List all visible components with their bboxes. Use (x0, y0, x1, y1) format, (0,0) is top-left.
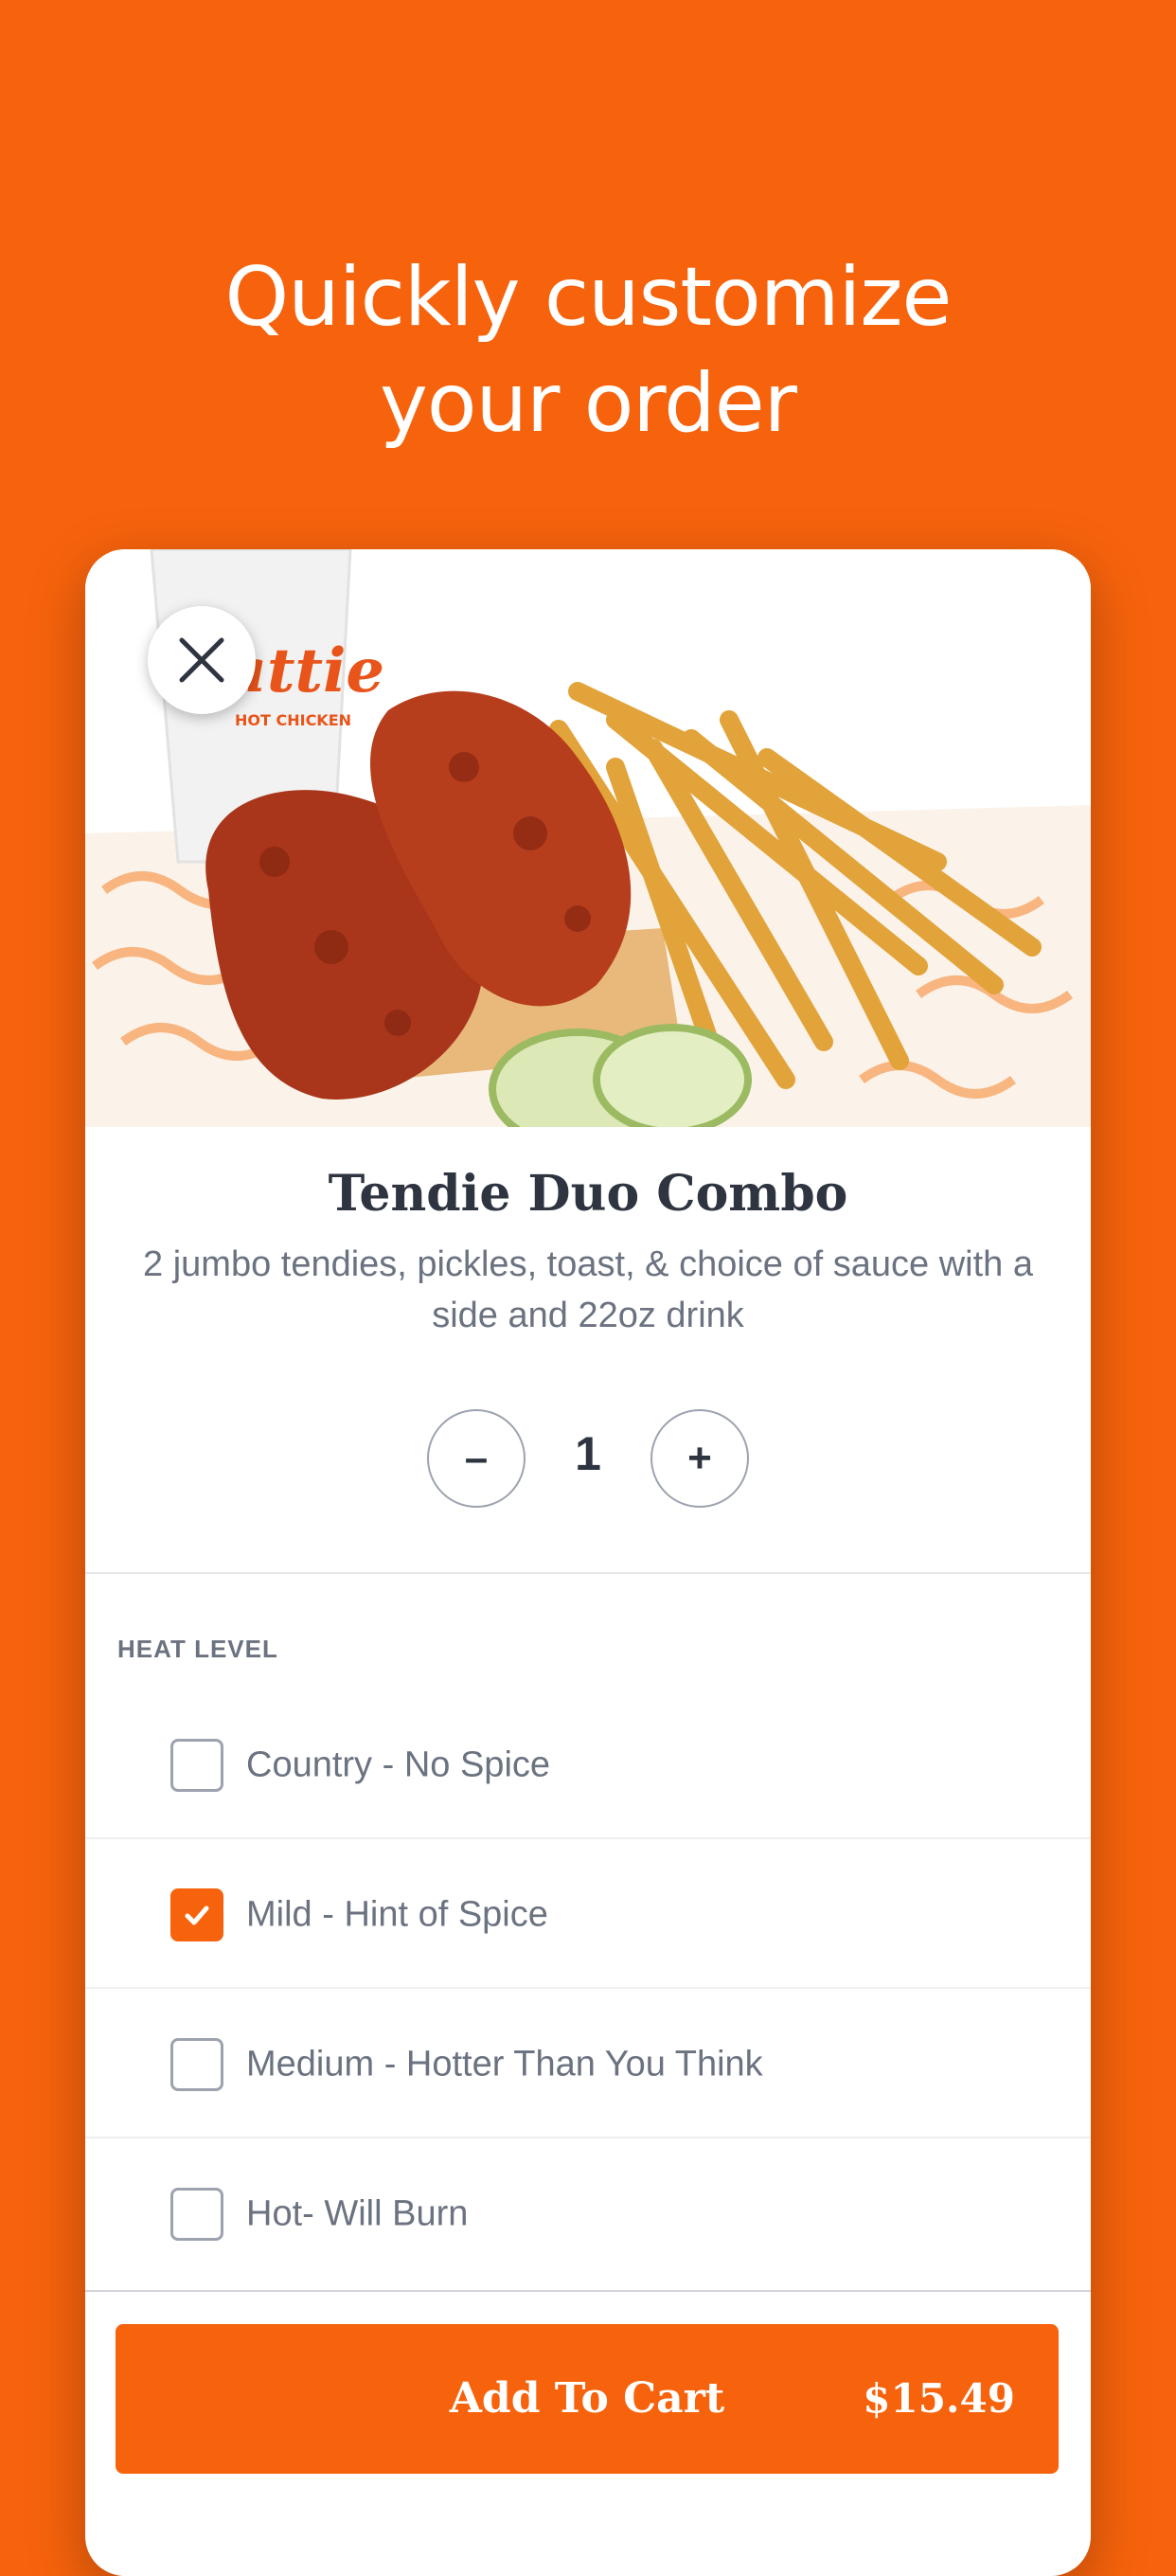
checkmark-icon (185, 1905, 209, 1925)
heat-option-medium[interactable]: Medium - Hotter Than You Think (85, 1991, 1091, 2138)
heat-option-label: Country - No Spice (246, 1744, 551, 1785)
close-button[interactable] (148, 606, 256, 714)
product-customize-card: Hattie HOT CHICKEN Tendie Duo Combo 2 ju… (85, 549, 1091, 2576)
add-to-cart-button[interactable]: Add To Cart $15.49 (116, 2324, 1059, 2474)
checkbox-checked[interactable] (170, 1888, 223, 1941)
cup-brand-subtext: HOT CHICKEN (235, 711, 351, 729)
quantity-stepper: – 1 + (85, 1407, 1091, 1510)
headline-line-2: your order (379, 356, 797, 451)
product-image: Hattie HOT CHICKEN (85, 549, 1091, 1127)
heat-level-heading: HEAT LEVEL (117, 1635, 278, 1663)
heat-option-country[interactable]: Country - No Spice (85, 1691, 1091, 1839)
heat-option-mild[interactable]: Mild - Hint of Spice (85, 1841, 1091, 1989)
checkbox-unchecked[interactable] (170, 2188, 223, 2241)
option-separator (85, 1987, 1091, 1989)
heat-option-label: Mild - Hint of Spice (246, 1894, 548, 1935)
product-description: 2 jumbo tendies, pickles, toast, & choic… (143, 1244, 1033, 1335)
heat-option-label: Hot- Will Burn (246, 2193, 469, 2234)
divider (85, 2290, 1091, 2292)
marketing-headline: Quickly customize your order (0, 244, 1176, 456)
heat-option-hot[interactable]: Hot- Will Burn (85, 2140, 1091, 2288)
headline-line-1: Quickly customize (224, 250, 953, 345)
checkbox-unchecked[interactable] (170, 1739, 223, 1792)
increase-quantity-button[interactable]: + (650, 1409, 749, 1508)
cart-price: $15.49 (863, 2375, 1015, 2422)
quantity-value: 1 (575, 1427, 601, 1480)
checkbox-unchecked[interactable] (170, 2038, 223, 2091)
option-separator (85, 1837, 1091, 1839)
heat-option-label: Medium - Hotter Than You Think (246, 2044, 763, 2084)
option-separator (85, 2137, 1091, 2138)
close-icon (179, 637, 224, 683)
divider (85, 1572, 1091, 1574)
product-title: Tendie Duo Combo (328, 1165, 848, 1223)
decrease-quantity-button[interactable]: – (427, 1409, 526, 1508)
